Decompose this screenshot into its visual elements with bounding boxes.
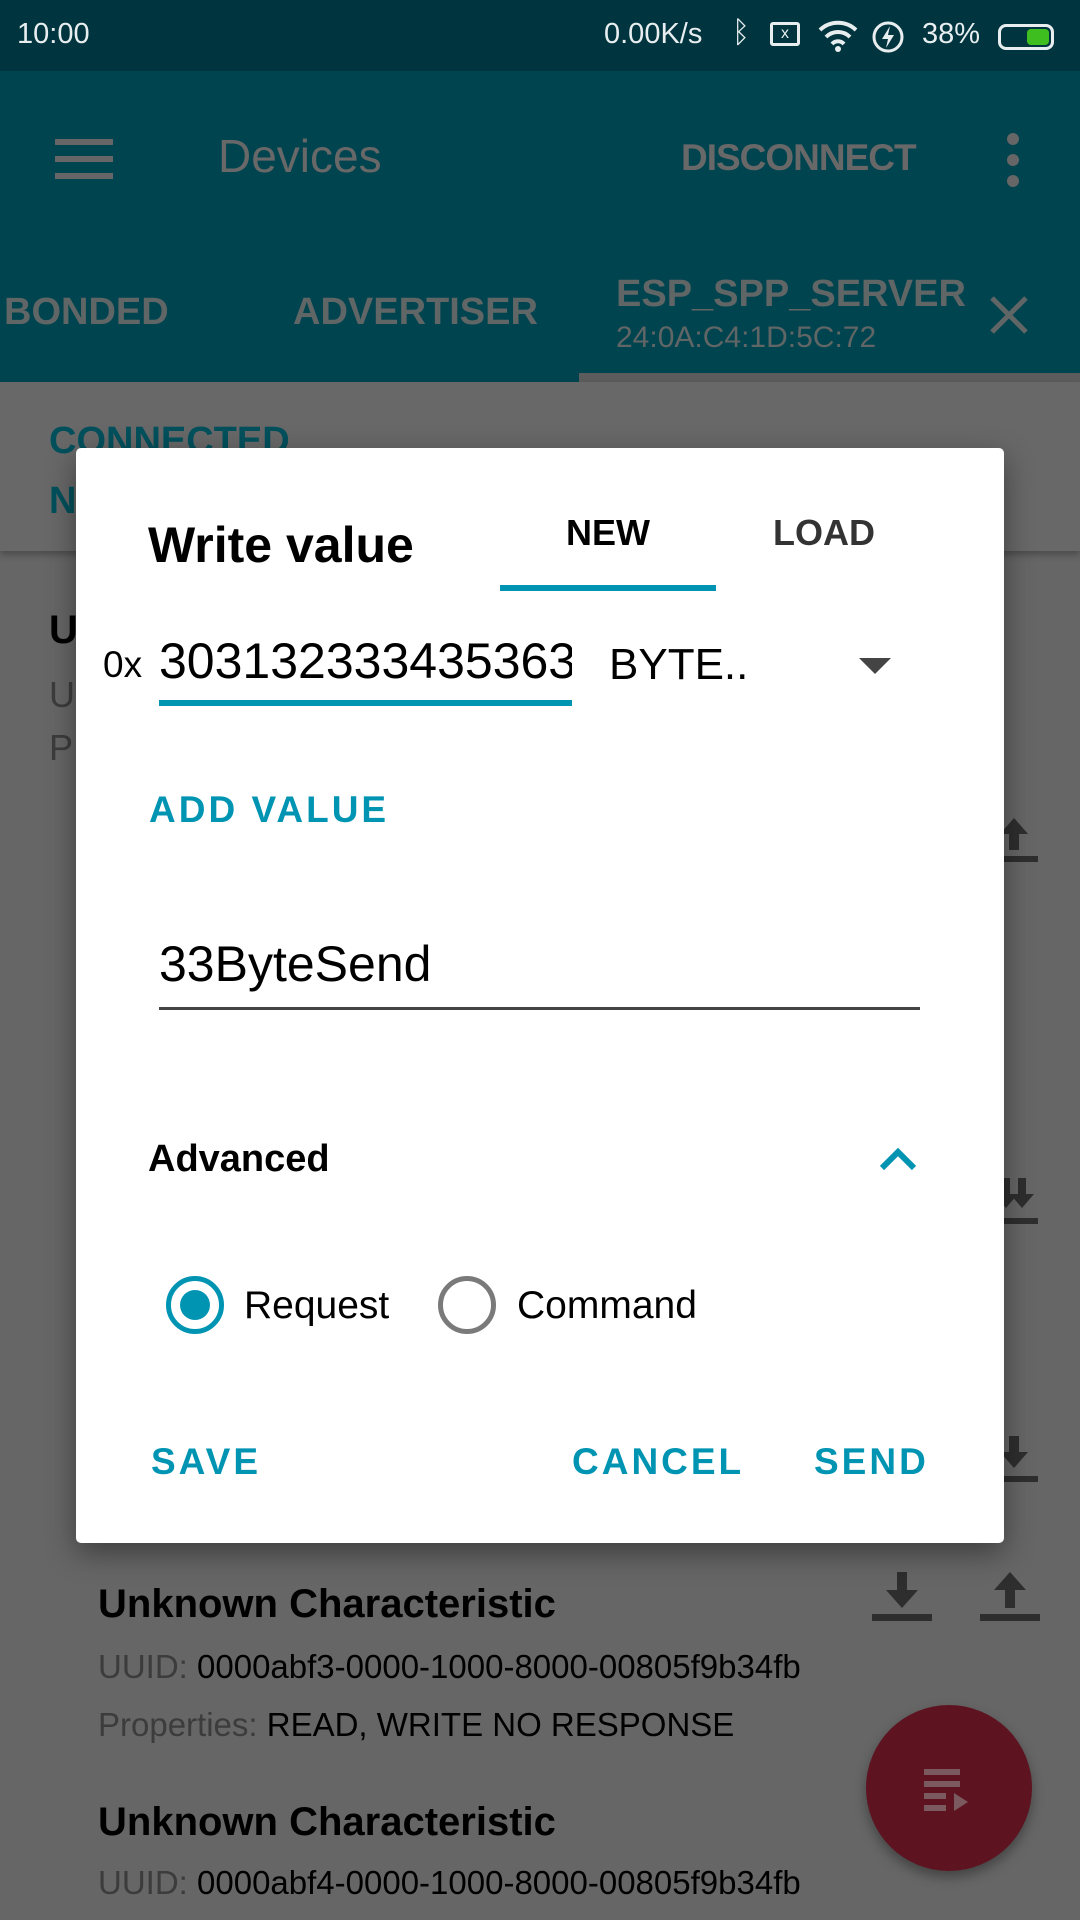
status-bar: 10:00 0.00K/s ᛒ x 38% (0, 0, 1080, 71)
tab-new[interactable]: NEW (500, 512, 716, 554)
radio-request-label: Request (244, 1284, 390, 1327)
tab-bonded[interactable]: BONDED (4, 291, 169, 334)
name-input-text: 33ByteSend (159, 936, 432, 992)
type-select-value: BYTE.. (609, 640, 749, 689)
radio-checked-icon (166, 1276, 224, 1334)
status-time: 10:00 (17, 18, 90, 50)
service-props: P (49, 727, 74, 768)
log-fab-button[interactable] (866, 1705, 1032, 1871)
hex-value-text: 303132333435363738 (159, 633, 572, 689)
hex-value-input[interactable]: 303132333435363738 (159, 628, 572, 706)
chevron-up-icon (879, 1147, 917, 1171)
hex-prefix: 0x (103, 644, 143, 685)
cancel-button[interactable]: CANCEL (572, 1441, 744, 1483)
battery-percent: 38% (922, 18, 981, 50)
characteristic-title: Unknown Characteristic (98, 1800, 556, 1844)
page-title: Devices (218, 130, 382, 182)
app-toolbar: Devices DISCONNECT (0, 71, 1080, 239)
sim-x-icon: x (770, 22, 800, 46)
write-value-dialog: Write value NEW LOAD 0x 3031323334353637… (76, 448, 1004, 1543)
playlist-play-icon (924, 1769, 968, 1811)
more-vert-icon[interactable] (1007, 133, 1021, 187)
tab-device-address: 24:0A:C4:1D:5C:72 (616, 321, 877, 354)
service-title: U (49, 608, 78, 652)
name-input[interactable]: 33ByteSend (159, 928, 920, 1010)
properties-value: READ, WRITE NO RESPONSE (266, 1706, 735, 1743)
dropdown-arrow-icon (859, 658, 891, 674)
characteristic-title: Unknown Characteristic (98, 1582, 556, 1626)
uuid-value: 0000abf4-0000-1000-8000-00805f9b34fb (197, 1864, 801, 1901)
radio-request[interactable]: Request (166, 1276, 396, 1334)
advanced-toggle[interactable]: Advanced (148, 1128, 938, 1194)
characteristic-uuid: UUID: 0000abf3-0000-1000-8000-00805f9b34… (98, 1648, 801, 1686)
wifi-icon (818, 20, 858, 52)
uuid-value: 0000abf3-0000-1000-8000-00805f9b34fb (197, 1648, 801, 1685)
tab-load[interactable]: LOAD (716, 512, 932, 554)
charging-icon (872, 21, 904, 53)
send-button[interactable]: SEND (814, 1441, 929, 1483)
tab-device-name: ESP_SPP_SERVER (616, 273, 966, 315)
advanced-label: Advanced (148, 1138, 330, 1180)
radio-command-label: Command (517, 1284, 697, 1327)
device-tabs: BONDED ADVERTISER ESP_SPP_SERVER 24:0A:C… (0, 239, 1080, 382)
net-speed: 0.00K/s (604, 18, 703, 50)
battery-icon (998, 24, 1054, 50)
download-icon[interactable] (872, 1570, 932, 1622)
disconnect-button[interactable]: DISCONNECT (681, 137, 917, 179)
uuid-label: UUID: (98, 1864, 188, 1901)
radio-unchecked-icon (438, 1276, 496, 1334)
tab-indicator (500, 585, 716, 591)
add-value-button[interactable]: ADD VALUE (149, 789, 389, 831)
uuid-label: UUID: (98, 1648, 188, 1685)
upload-icon[interactable] (980, 1570, 1040, 1622)
characteristic-properties: Properties: READ, WRITE NO RESPONSE (98, 1706, 734, 1744)
bluetooth-icon: ᛒ (732, 16, 750, 49)
save-button[interactable]: SAVE (151, 1441, 261, 1483)
characteristic-uuid: UUID: 0000abf4-0000-1000-8000-00805f9b34… (98, 1864, 801, 1902)
dialog-title: Write value (148, 517, 414, 573)
hamburger-icon[interactable] (55, 139, 113, 179)
type-select[interactable]: BYTE.. (609, 634, 939, 698)
tab-esp-spp-server[interactable]: ESP_SPP_SERVER 24:0A:C4:1D:5C:72 (579, 239, 1080, 382)
service-uuid: U (49, 674, 75, 715)
close-icon[interactable] (989, 295, 1029, 335)
radio-command[interactable]: Command (438, 1276, 728, 1334)
tab-advertiser[interactable]: ADVERTISER (293, 291, 538, 334)
tab-indicator (579, 373, 1080, 382)
properties-label: Properties: (98, 1706, 258, 1743)
connection-line2: N (49, 480, 77, 522)
